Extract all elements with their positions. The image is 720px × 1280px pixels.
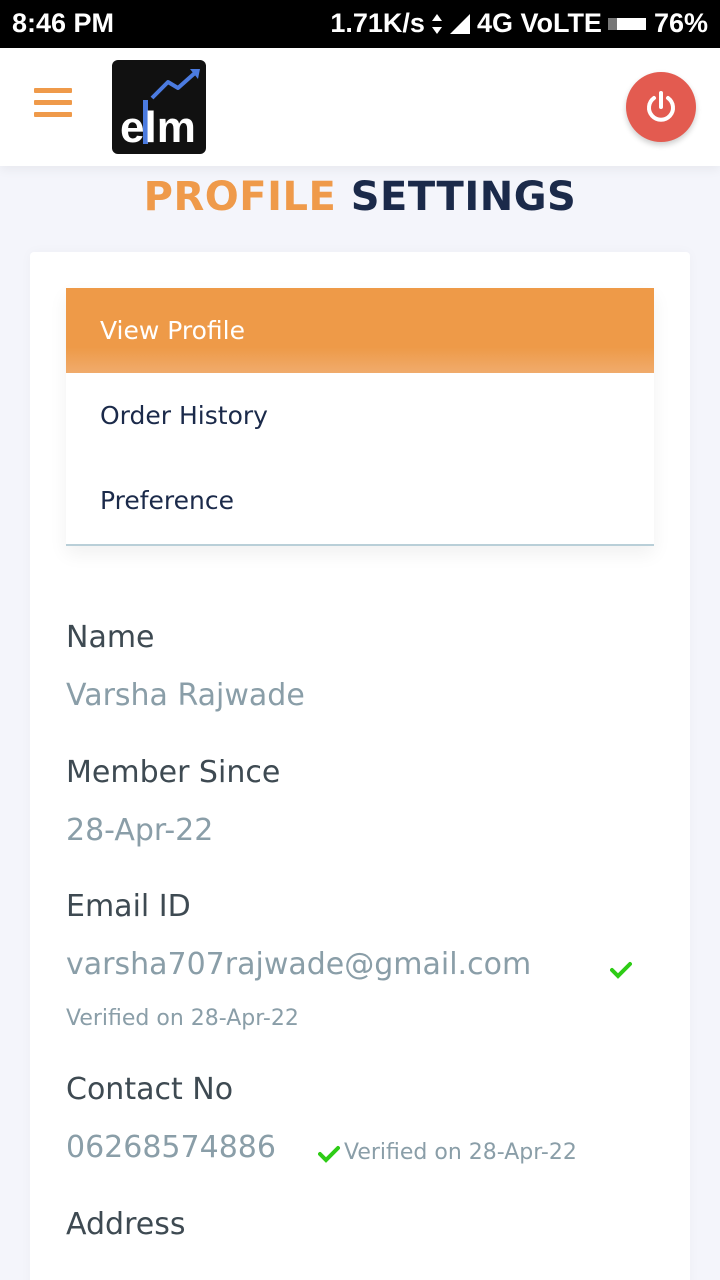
email-verified-check-icon [610,962,632,979]
member-since-value: 28-Apr-22 [66,813,214,848]
signal-icon [449,13,471,35]
data-arrows-icon [431,12,443,36]
member-since-label: Member Since [66,755,281,790]
address-label: Address [66,1207,186,1242]
contact-label: Contact No [66,1072,234,1107]
menu-item-view-profile[interactable]: View Profile [66,288,654,373]
name-label: Name [66,620,155,655]
elm-logo[interactable]: elm [112,60,206,154]
email-label: Email ID [66,889,191,924]
network-speed: 1.71K/s [330,8,425,38]
contact-value: 06268574886 [66,1130,276,1165]
contact-verified-check-icon [318,1146,340,1163]
email-verified-text: Verified on 28-Apr-22 [66,1006,299,1031]
page-title: PROFILE SETTINGS [143,174,577,220]
logout-power-button[interactable] [626,72,696,142]
battery-percent: 76% [653,8,708,38]
menu-item-order-history[interactable]: Order History [66,373,654,458]
profile-menu: View Profile Order History Preference [66,288,654,546]
status-time: 8:46 PM [12,8,115,38]
menu-icon[interactable] [34,88,72,120]
battery-icon [607,15,648,33]
app-bar: elm [0,48,720,166]
status-bar: 8:46 PM 1.71K/s 4G VoLTE 76% [0,0,720,48]
contact-verified-text: Verified on 28-Apr-22 [344,1140,577,1165]
power-icon [647,91,675,122]
name-value: Varsha Rajwade [66,678,305,713]
network-type: 4G VoLTE [476,8,602,38]
email-value: varsha707rajwade@gmail.com [66,947,532,982]
menu-item-preference[interactable]: Preference [66,458,654,543]
logo-text: elm [120,103,196,152]
